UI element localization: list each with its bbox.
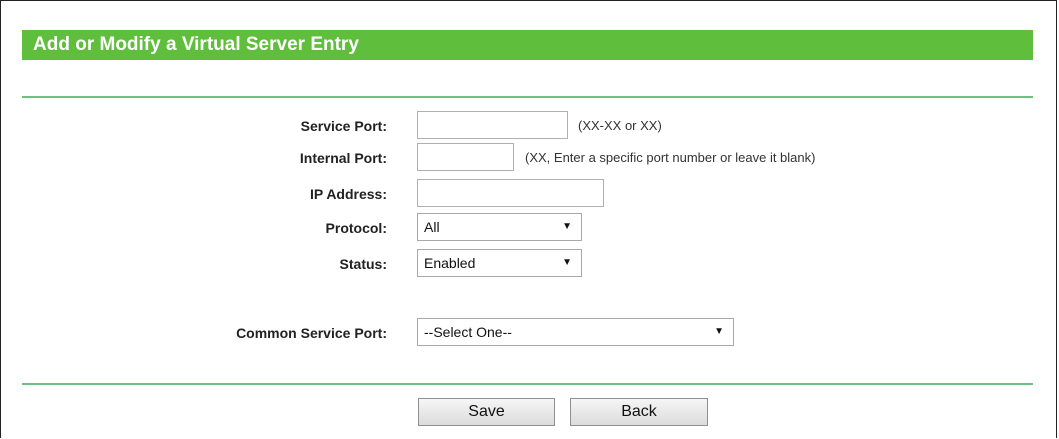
internal-port-label: Internal Port: <box>299 150 387 166</box>
ip-address-input[interactable] <box>417 179 604 207</box>
top-divider <box>22 96 1033 98</box>
service-port-row: Service Port: (XX-XX or XX) <box>0 111 1059 141</box>
bottom-divider <box>22 383 1033 385</box>
internal-port-input[interactable] <box>417 143 514 171</box>
ip-address-label: IP Address: <box>309 186 387 202</box>
protocol-label: Protocol: <box>325 220 387 236</box>
protocol-row: Protocol: All ▼ <box>0 213 1059 243</box>
back-button[interactable]: Back <box>570 398 708 426</box>
service-port-hint: (XX-XX or XX) <box>578 118 662 133</box>
page-title: Add or Modify a Virtual Server Entry <box>22 30 1033 60</box>
status-row: Status: Enabled ▼ <box>0 249 1059 279</box>
common-service-port-row: Common Service Port: --Select One-- ▼ <box>0 318 1059 348</box>
status-label: Status: <box>339 256 387 272</box>
protocol-selected-value: All <box>424 219 440 235</box>
common-service-port-selected-value: --Select One-- <box>424 324 512 340</box>
service-port-input[interactable] <box>417 111 568 139</box>
chevron-down-icon: ▼ <box>562 257 572 268</box>
chevron-down-icon: ▼ <box>714 326 724 337</box>
internal-port-row: Internal Port: (XX, Enter a specific por… <box>0 143 1059 173</box>
ip-address-row: IP Address: <box>0 179 1059 209</box>
protocol-select[interactable]: All ▼ <box>417 213 582 241</box>
chevron-down-icon: ▼ <box>562 221 572 232</box>
status-select[interactable]: Enabled ▼ <box>417 249 582 277</box>
internal-port-hint: (XX, Enter a specific port number or lea… <box>525 150 816 165</box>
common-service-port-label: Common Service Port: <box>236 325 387 341</box>
save-button[interactable]: Save <box>418 398 555 426</box>
service-port-label: Service Port: <box>300 118 387 134</box>
common-service-port-select[interactable]: --Select One-- ▼ <box>417 318 734 346</box>
status-selected-value: Enabled <box>424 255 476 271</box>
